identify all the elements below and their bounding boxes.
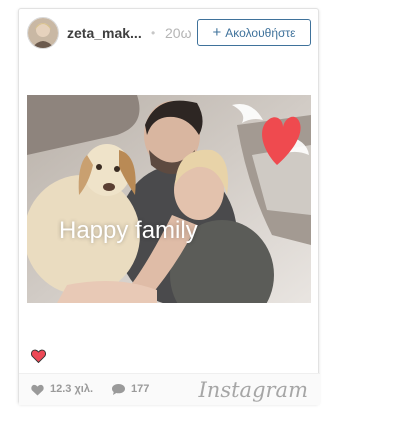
post-photo[interactable]: Happy family <box>27 95 311 303</box>
photo-image <box>27 95 311 303</box>
instagram-logo[interactable]: Instagram <box>199 378 308 402</box>
like-heart-icon[interactable] <box>30 349 47 364</box>
post-timestamp[interactable]: 20ω <box>165 25 192 41</box>
follow-button[interactable]: + Ακολουθήστε <box>197 19 311 46</box>
separator-dot: • <box>151 26 156 40</box>
like-count: 12.3 χιλ. <box>50 383 94 395</box>
instagram-embed-card: zeta_mak... • 20ω + Ακολουθήστε Happy fa… <box>18 8 320 405</box>
post-header: zeta_mak... • 20ω + Ακολουθήστε <box>19 9 320 59</box>
speech-bubble-icon <box>111 383 126 401</box>
post-footer: 12.3 χιλ. 177 Instagram <box>19 373 320 405</box>
username-link[interactable]: zeta_mak... <box>67 25 142 41</box>
avatar[interactable] <box>27 17 59 49</box>
photo-caption-text: Happy family <box>59 217 198 244</box>
plus-icon: + <box>212 24 222 41</box>
heart-icon <box>31 383 44 401</box>
follow-button-label: Ακολουθήστε <box>225 25 296 40</box>
comment-count: 177 <box>131 383 150 395</box>
